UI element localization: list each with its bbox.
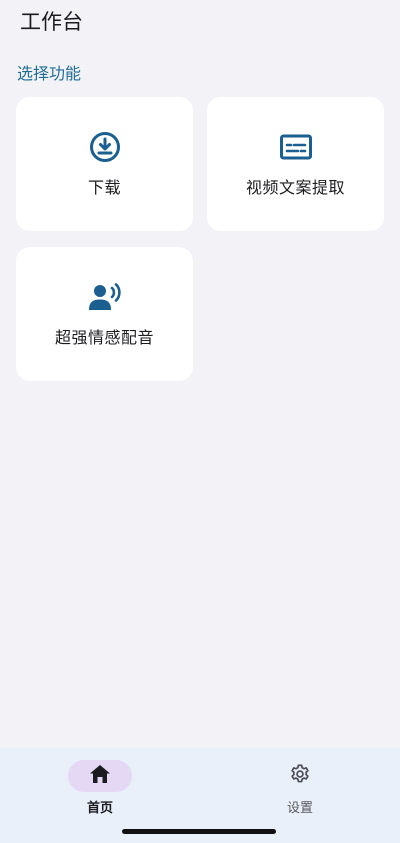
nav-item-home[interactable]: 首页	[40, 760, 160, 816]
subtitles-icon	[279, 130, 313, 164]
download-card[interactable]: 下载	[16, 97, 193, 231]
nav-item-settings[interactable]: 设置	[240, 760, 360, 816]
nav-home-active-indicator	[68, 760, 132, 792]
emotional-voiceover-card[interactable]: 超强情感配音	[16, 247, 193, 381]
download-card-label: 下载	[87, 178, 121, 197]
page-title: 工作台	[20, 10, 83, 34]
nav-settings-indicator	[268, 760, 332, 792]
voice-speaker-icon	[88, 280, 122, 314]
download-circle-icon	[88, 130, 122, 164]
home-icon	[89, 764, 111, 788]
home-indicator-bar	[122, 829, 276, 834]
video-text-extract-card-label: 视频文案提取	[245, 178, 345, 197]
nav-settings-label: 设置	[286, 801, 313, 816]
section-label: 选择功能	[17, 64, 82, 83]
emotional-voiceover-card-label: 超强情感配音	[54, 328, 154, 347]
gear-icon	[289, 763, 311, 789]
video-text-extract-card[interactable]: 视频文案提取	[207, 97, 384, 231]
nav-home-label: 首页	[86, 801, 113, 816]
